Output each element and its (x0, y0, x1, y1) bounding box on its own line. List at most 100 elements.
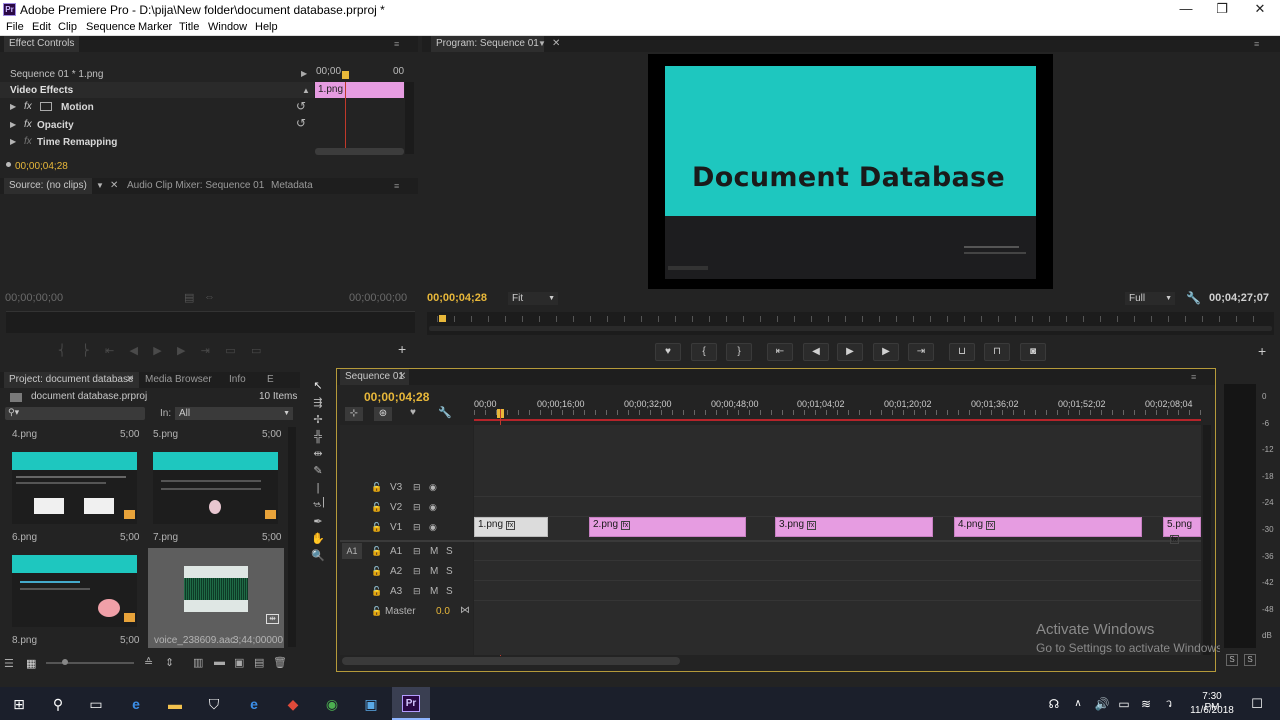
wifi-icon[interactable]: ≋ (1137, 695, 1155, 713)
mute-a3[interactable]: M (430, 586, 438, 597)
network-icon[interactable]: ▭ (1115, 695, 1133, 713)
lock-a1-icon[interactable]: 🔓 (371, 546, 382, 557)
track-select-tool-icon[interactable]: ⇶ (310, 396, 326, 410)
reset-opacity-icon[interactable]: ↺ (296, 116, 306, 130)
lock-v2-icon[interactable]: 🔓 (371, 502, 382, 513)
lift-button[interactable]: ⊔ (949, 343, 975, 361)
automate-sequence-icon[interactable]: ⇕ (165, 656, 174, 669)
timeline-vertical-scrollbar[interactable] (1203, 425, 1211, 655)
extract-button[interactable]: ⊓ (984, 343, 1010, 361)
step-forward-button[interactable]: ▶ (873, 343, 899, 361)
zoom-select[interactable]: Fit ▼ (508, 292, 558, 305)
program-time-ruler[interactable] (427, 312, 1274, 335)
clip-4-png[interactable]: 4.png fx (954, 517, 1142, 537)
show-hidden-icons-icon[interactable]: ∧ (1069, 695, 1087, 713)
start-windows-icon[interactable]: ⊞ (10, 695, 28, 713)
solo-right-button[interactable]: S (1244, 654, 1256, 666)
new-item-icon[interactable]: ▣ (234, 656, 244, 669)
volume-icon[interactable]: 🔊 (1093, 695, 1111, 713)
menu-edit[interactable]: Edit (32, 21, 51, 33)
snap-icon[interactable]: ⊹ (345, 407, 363, 421)
menu-file[interactable]: File (6, 21, 24, 33)
source-dropdown-icon[interactable]: ▼ (96, 181, 104, 190)
new-bin-icon[interactable]: ▬ (214, 656, 225, 668)
clear-icon[interactable]: ▤ (254, 656, 264, 669)
eye-v1-icon[interactable]: ◉ (429, 522, 437, 533)
linked-selection-icon[interactable]: ⊛ (374, 407, 392, 421)
thumb-name-8[interactable]: 8.png (12, 635, 37, 646)
step-back-button[interactable]: ◀ (803, 343, 829, 361)
tab-effects[interactable]: E (262, 372, 279, 388)
track-a2[interactable]: A2 (390, 566, 402, 577)
thumb-name-voice[interactable]: voice_238609.aac (154, 635, 235, 646)
window-app-icon[interactable]: ▣ (362, 695, 380, 713)
thumb-name-4[interactable]: 4.png (12, 429, 37, 440)
language-icon[interactable]: ว (1160, 695, 1178, 713)
sync-lock-a1-icon[interactable]: ⊟ (413, 546, 421, 557)
close-project-icon[interactable]: ✕ (126, 374, 134, 385)
collapse-icon[interactable]: ▲ (302, 86, 310, 95)
fx-motion-icon[interactable]: fx (24, 101, 32, 112)
chrome-icon[interactable]: ◉ (323, 695, 341, 713)
ec-clip-bar[interactable]: 1.png (315, 82, 404, 98)
ec-timecode[interactable]: 00;00;04;28 (15, 161, 68, 172)
selection-tool-icon[interactable]: ↖ (310, 379, 326, 393)
slip-tool-icon[interactable]: |↔| (310, 481, 326, 508)
list-view-icon[interactable]: ☰ (4, 657, 14, 670)
menu-help[interactable]: Help (255, 21, 278, 33)
panel-menu-icon[interactable]: ≡ (1191, 373, 1201, 382)
delete-icon[interactable]: 🗑 (273, 656, 287, 669)
mark-in-button[interactable]: { (691, 343, 717, 361)
tab-media-browser[interactable]: Media Browser (140, 372, 217, 388)
track-v3[interactable]: V3 (390, 482, 402, 493)
sync-lock-a2-icon[interactable]: ⊟ (413, 566, 421, 577)
solo-a1[interactable]: S (446, 546, 453, 557)
close-button[interactable]: ✕ (1242, 0, 1278, 19)
lock-v1-icon[interactable]: 🔓 (371, 522, 382, 533)
hand-tool-icon[interactable]: ✋ (310, 532, 326, 546)
close-sequence-icon[interactable]: ✕ (398, 371, 406, 382)
thumb-name-5[interactable]: 5.png (153, 429, 178, 440)
eye-v2-icon[interactable]: ◉ (429, 502, 437, 513)
program-add-button-icon[interactable]: + (1258, 343, 1266, 359)
sync-lock-v1-icon[interactable]: ⊟ (413, 522, 421, 533)
sync-lock-v3-icon[interactable]: ⊟ (413, 482, 421, 493)
program-zoom-scrollbar[interactable] (429, 326, 1272, 331)
menu-sequence[interactable]: Sequence (86, 21, 136, 33)
clip-2-png[interactable]: 2.png fx (589, 517, 746, 537)
zoom-tool-icon[interactable]: 🔍 (310, 549, 326, 563)
thumbnail-voice-audio[interactable]: ⇹ (148, 548, 284, 648)
lock-a3-icon[interactable]: 🔓 (371, 586, 382, 597)
people-icon[interactable]: ☊ (1045, 695, 1063, 713)
close-source-icon[interactable]: ✕ (110, 180, 118, 191)
mute-a2[interactable]: M (430, 566, 438, 577)
slide-tool-icon[interactable]: ⇔ (310, 498, 326, 512)
tab-effect-controls[interactable]: Effect Controls (4, 36, 80, 52)
project-scrollbar[interactable] (288, 427, 296, 647)
taskbar-date[interactable]: 11/6/2018 (1189, 705, 1235, 716)
master-go-to-end-icon[interactable]: ⋈ (460, 605, 470, 616)
minimize-button[interactable]: — (1168, 0, 1204, 19)
play-button[interactable]: ▶ (837, 343, 863, 361)
solo-left-button[interactable]: S (1226, 654, 1238, 666)
ec-zoom-scrollbar[interactable] (315, 148, 404, 155)
zoom-slider-handle-icon[interactable] (62, 659, 68, 665)
add-marker-button[interactable]: ♥ (655, 343, 681, 361)
red-app-icon[interactable]: ◆ (284, 695, 302, 713)
find-icon[interactable]: ▥ (193, 656, 203, 669)
project-search-input[interactable]: ⚲▾ (5, 407, 145, 420)
thumb-name-6[interactable]: 6.png (12, 532, 37, 543)
ripple-edit-tool-icon[interactable]: ✢ (310, 413, 326, 427)
menu-title[interactable]: Title (179, 21, 199, 33)
export-frame-button[interactable]: ◙ (1020, 343, 1046, 361)
tab-info[interactable]: Info (224, 372, 251, 388)
icon-view-icon[interactable]: ▦ (26, 657, 36, 670)
eye-v3-icon[interactable]: ◉ (429, 482, 437, 493)
lock-master-icon[interactable]: 🔓 (371, 606, 382, 617)
ec-playhead-icon[interactable] (342, 71, 349, 79)
action-center-icon[interactable]: ☐ (1248, 695, 1266, 713)
reset-motion-icon[interactable]: ↺ (296, 99, 306, 113)
tab-program[interactable]: Program: Sequence 01 (431, 36, 544, 52)
transform-icon[interactable] (40, 102, 52, 111)
menu-window[interactable]: Window (208, 21, 247, 33)
